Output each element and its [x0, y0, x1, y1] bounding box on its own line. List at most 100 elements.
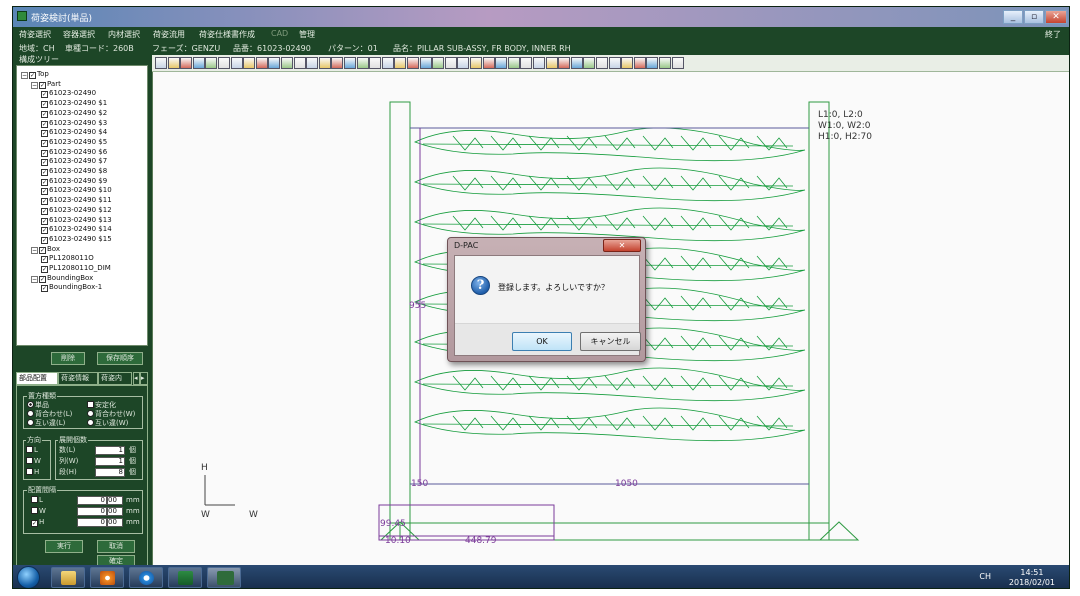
tree-checkbox[interactable]: ✓	[41, 120, 48, 128]
taskbar-clock[interactable]: 14:51 2018/02/01	[1009, 568, 1055, 588]
toolbar-tool-icon[interactable]	[394, 57, 407, 69]
toolbar-tool-icon[interactable]	[482, 57, 495, 69]
gap-l-input[interactable]: 0	[77, 496, 107, 505]
toolbar-tool-icon[interactable]	[344, 57, 356, 69]
menu-item-packing-select[interactable]: 荷姿選択	[19, 29, 51, 40]
tree-checkbox[interactable]: ✓	[41, 285, 48, 293]
toolbar-tool-icon[interactable]	[533, 57, 545, 69]
tray-input-language[interactable]: CH	[979, 572, 991, 581]
tree-checkbox[interactable]: ✓	[41, 130, 48, 138]
taskbar-app-internet-explorer[interactable]	[129, 567, 163, 588]
toolbar-tool-icon[interactable]	[457, 57, 470, 69]
tree-expander-icon[interactable]: −	[21, 72, 28, 79]
radio-stack-l[interactable]: 背合わせ(L)	[27, 410, 72, 419]
menu-item-exit[interactable]: 終了	[1045, 29, 1061, 40]
radio-alternate-l[interactable]: 互い違(L)	[27, 419, 65, 428]
tree-node[interactable]: ✓ 61023-02490 $13	[41, 216, 112, 225]
tree-node[interactable]: ✓ 61023-02490 $7	[41, 157, 107, 167]
toolbar-tool-icon[interactable]	[558, 57, 571, 69]
toolbar-tool-icon[interactable]	[507, 57, 520, 69]
cancel-button[interactable]: 取消	[97, 540, 135, 553]
toolbar-tool-icon[interactable]	[243, 57, 256, 69]
toolbar-tool-icon[interactable]	[570, 57, 583, 69]
radio-alternate-w[interactable]: 互い違(W)	[87, 419, 128, 428]
tree-node[interactable]: ✓ 61023-02490 $15	[41, 235, 112, 244]
delete-button[interactable]: 削除	[51, 352, 85, 365]
toolbar-tool-icon[interactable]	[596, 57, 608, 69]
tree-node[interactable]: ✓ 61023-02490 $12	[41, 206, 112, 215]
tree-checkbox[interactable]: ✓	[41, 159, 48, 167]
menu-item-cad[interactable]: CAD	[271, 29, 288, 38]
toolbar-tool-icon[interactable]	[218, 57, 230, 69]
gap-w-input[interactable]: 0	[77, 507, 107, 516]
tree-node[interactable]: ✓ 61023-02490 $9	[41, 177, 107, 186]
menu-item-container-select[interactable]: 容器選択	[63, 29, 95, 40]
tree-node[interactable]: ✓ 61023-02490 $6	[41, 148, 107, 157]
tree-checkbox[interactable]: ✓	[41, 188, 48, 196]
toolbar-tool-icon[interactable]	[192, 57, 205, 69]
tree-expander-icon[interactable]: −	[31, 81, 38, 89]
toolbar-tool-icon[interactable]	[381, 57, 394, 69]
tree-checkbox[interactable]: ✓	[41, 227, 48, 235]
menu-item-inner-material[interactable]: 内材選択	[108, 29, 140, 40]
checkbox-gap-w[interactable]: W	[31, 507, 46, 516]
count-l-input[interactable]: 1	[95, 446, 125, 455]
toolbar-tool-icon[interactable]	[659, 57, 671, 69]
tree-node[interactable]: ✓ 61023-02490 $11	[41, 196, 112, 206]
checkbox-stabilize[interactable]: 安定化	[87, 401, 116, 410]
toolbar-tool-icon[interactable]	[583, 57, 596, 69]
tree-checkbox[interactable]: ✓	[41, 149, 48, 157]
tree-node[interactable]: ✓ 61023-02490 $1	[41, 99, 107, 109]
checkbox-direction-w[interactable]: W	[26, 457, 41, 466]
title-bar[interactable]: 荷姿検討(単品) _ ▫ ✕	[13, 7, 1069, 27]
tree-checkbox[interactable]: ✓	[41, 198, 48, 206]
toolbar-tool-icon[interactable]	[621, 57, 634, 69]
tab-packing-info[interactable]: 荷姿情報	[58, 372, 98, 385]
tree-expander-icon[interactable]: −	[31, 246, 38, 254]
tree-checkbox[interactable]: ✓	[41, 236, 48, 244]
gap-h-decimal[interactable]: 00	[107, 518, 123, 527]
menu-item-spec-sheet[interactable]: 荷姿仕様書作成	[199, 29, 255, 40]
run-button[interactable]: 実行	[45, 540, 83, 553]
tree-checkbox[interactable]: ✓	[41, 110, 48, 118]
tab-scroll-left-icon[interactable]: ◂	[133, 372, 140, 385]
toolbar-tool-icon[interactable]	[331, 57, 344, 69]
gap-l-decimal[interactable]: 00	[107, 496, 123, 505]
tree-node[interactable]: − ✓ Box	[31, 245, 60, 254]
gap-w-decimal[interactable]: 00	[107, 507, 123, 516]
toolbar-tool-icon[interactable]	[470, 57, 482, 69]
tab-part-placement[interactable]: 部品配置	[16, 372, 58, 385]
start-button[interactable]	[17, 566, 40, 588]
menu-item-admin[interactable]: 管理	[299, 29, 315, 40]
toolbar-tool-icon[interactable]	[205, 57, 218, 69]
toolbar-tool-icon[interactable]	[671, 57, 684, 69]
toolbar-tool-icon[interactable]	[608, 57, 621, 69]
toolbar-tool-icon[interactable]	[155, 57, 167, 69]
toolbar-tool-icon[interactable]	[369, 57, 382, 69]
tree-node[interactable]: ✓ 61023-02490	[41, 89, 96, 99]
checkbox-gap-l[interactable]: L	[31, 496, 43, 505]
tree-checkbox[interactable]: ✓	[29, 72, 36, 79]
tree-node[interactable]: ✓ 61023-02490 $14	[41, 225, 112, 235]
toolbar-tool-icon[interactable]	[419, 57, 432, 69]
tree-checkbox[interactable]: ✓	[39, 246, 46, 254]
toolbar-tool-icon[interactable]	[432, 57, 445, 69]
tree-checkbox[interactable]: ✓	[41, 217, 48, 225]
tree-node[interactable]: ✓ 61023-02490 $8	[41, 167, 107, 176]
radio-single[interactable]: 単品	[27, 401, 49, 410]
dialog-cancel-button[interactable]: キャンセル	[580, 332, 641, 351]
tree-node[interactable]: − ✓ Part	[31, 80, 61, 89]
menu-item-packing-reuse[interactable]: 荷姿流用	[153, 29, 185, 40]
toolbar-tool-icon[interactable]	[306, 57, 319, 69]
count-w-input[interactable]: 1	[95, 457, 125, 466]
tree-checkbox[interactable]: ✓	[41, 91, 48, 99]
dialog-close-button[interactable]: ✕	[603, 239, 641, 252]
ok-button[interactable]: OK	[512, 332, 572, 351]
save-order-button[interactable]: 保存順序	[97, 352, 143, 365]
tab-scroll-right-icon[interactable]: ▸	[140, 372, 148, 385]
tree-node[interactable]: ✓ 61023-02490 $3	[41, 119, 107, 128]
toolbar-tool-icon[interactable]	[444, 57, 457, 69]
tree-node[interactable]: − ✓ BoundingBox	[31, 274, 93, 283]
toolbar-tool-icon[interactable]	[230, 57, 243, 69]
close-button[interactable]: ✕	[1045, 10, 1067, 24]
